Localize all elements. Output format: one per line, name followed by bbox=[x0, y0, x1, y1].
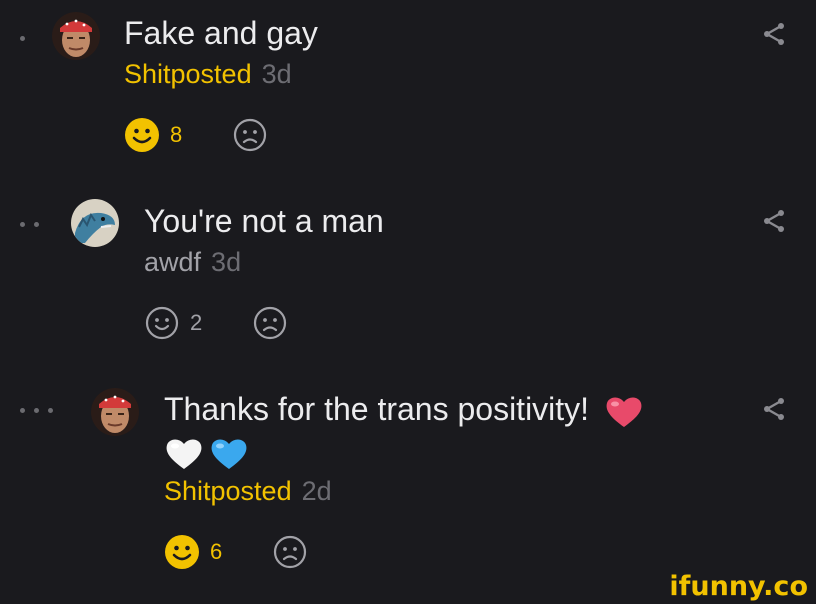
frown-icon bbox=[274, 535, 307, 569]
username-link[interactable]: Shitposted bbox=[124, 59, 252, 89]
depth-dot bbox=[20, 222, 25, 227]
unsmile-button[interactable] bbox=[272, 534, 308, 570]
username-link[interactable]: awdf bbox=[144, 247, 201, 277]
frown-icon bbox=[234, 118, 267, 152]
comment-text-body: Thanks for the trans positivity! bbox=[164, 391, 590, 427]
depth-dot bbox=[34, 408, 39, 413]
smile-filled-icon bbox=[125, 118, 159, 152]
comment-meta: Shitposted 2d bbox=[164, 475, 332, 507]
thread-depth-dots bbox=[20, 222, 39, 227]
smile-filled-icon bbox=[165, 535, 199, 569]
thread-depth-dots bbox=[20, 408, 53, 413]
bandana-man-avatar[interactable] bbox=[52, 12, 100, 60]
comment-emoji-line bbox=[164, 432, 249, 472]
smile-count: 8 bbox=[170, 122, 183, 147]
white-heart-emoji bbox=[166, 439, 202, 469]
unsmile-button[interactable] bbox=[232, 117, 268, 153]
timestamp: 3d bbox=[261, 59, 292, 89]
comment-text: Fake and gay bbox=[124, 15, 318, 51]
depth-dot bbox=[20, 36, 25, 41]
smile-button[interactable]: 8 bbox=[124, 117, 182, 153]
smile-outline-icon bbox=[145, 306, 179, 340]
comment-meta: awdf 3d bbox=[144, 246, 241, 278]
frown-icon bbox=[254, 306, 287, 340]
username-link[interactable]: Shitposted bbox=[164, 476, 292, 506]
comment-meta: Shitposted 3d bbox=[124, 58, 292, 90]
smile-button[interactable]: 6 bbox=[164, 534, 222, 570]
reaction-bar: 2 bbox=[144, 305, 288, 341]
comment-text: Thanks for the trans positivity! bbox=[164, 390, 644, 430]
depth-dot bbox=[20, 408, 25, 413]
blue-heart-emoji bbox=[211, 439, 247, 469]
share-icon[interactable] bbox=[760, 395, 788, 423]
smile-count: 6 bbox=[210, 539, 223, 564]
red-heart-emoji bbox=[606, 397, 642, 427]
ifunny-watermark: ifunny.co bbox=[669, 571, 808, 602]
thread-depth-dots bbox=[20, 36, 25, 41]
depth-dot bbox=[34, 222, 39, 227]
share-icon[interactable] bbox=[760, 207, 788, 235]
lizard-avatar[interactable] bbox=[71, 199, 119, 247]
depth-dot bbox=[48, 408, 53, 413]
bandana-man-avatar[interactable] bbox=[91, 388, 139, 436]
timestamp: 2d bbox=[301, 476, 332, 506]
smile-count: 2 bbox=[190, 310, 203, 335]
reaction-bar: 8 bbox=[124, 117, 268, 153]
timestamp: 3d bbox=[211, 247, 242, 277]
unsmile-button[interactable] bbox=[252, 305, 288, 341]
share-icon[interactable] bbox=[760, 20, 788, 48]
smile-button[interactable]: 2 bbox=[144, 305, 202, 341]
comment-text: You're not a man bbox=[144, 203, 384, 239]
reaction-bar: 6 bbox=[164, 534, 308, 570]
